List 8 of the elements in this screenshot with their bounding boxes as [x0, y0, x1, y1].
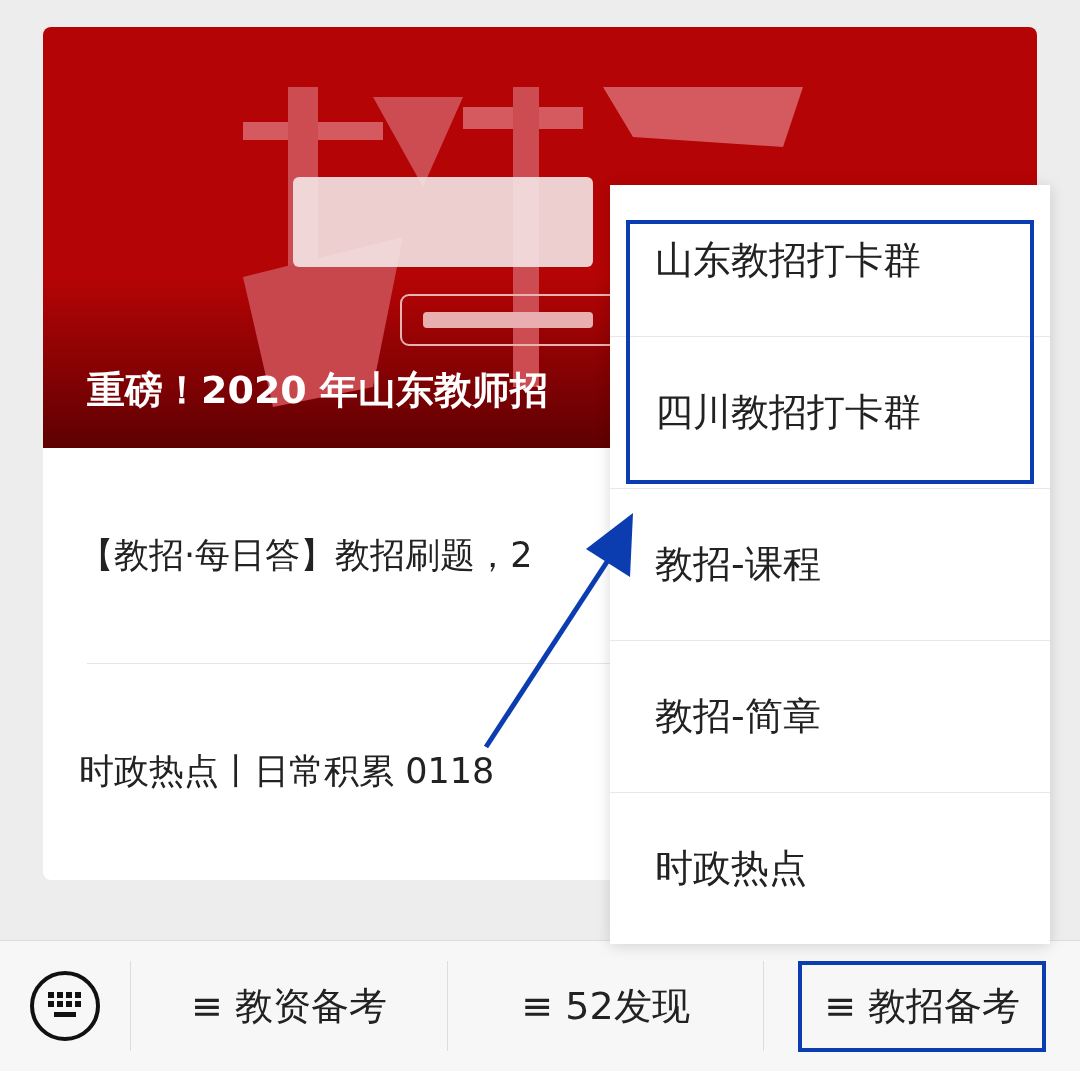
article-title: 重磅！2020 年山东教师招: [87, 367, 548, 414]
keyboard-icon[interactable]: [29, 970, 101, 1042]
menu-item[interactable]: 教招-简章: [610, 640, 1050, 792]
menu-button[interactable]: ≡ 52发现: [495, 960, 716, 1052]
menu-button[interactable]: ≡ 教招备考: [798, 960, 1047, 1052]
menu-button[interactable]: ≡ 教资备考: [164, 960, 413, 1052]
menu-item[interactable]: 山东教招打卡群: [610, 185, 1050, 336]
menu-item[interactable]: 四川教招打卡群: [610, 336, 1050, 488]
